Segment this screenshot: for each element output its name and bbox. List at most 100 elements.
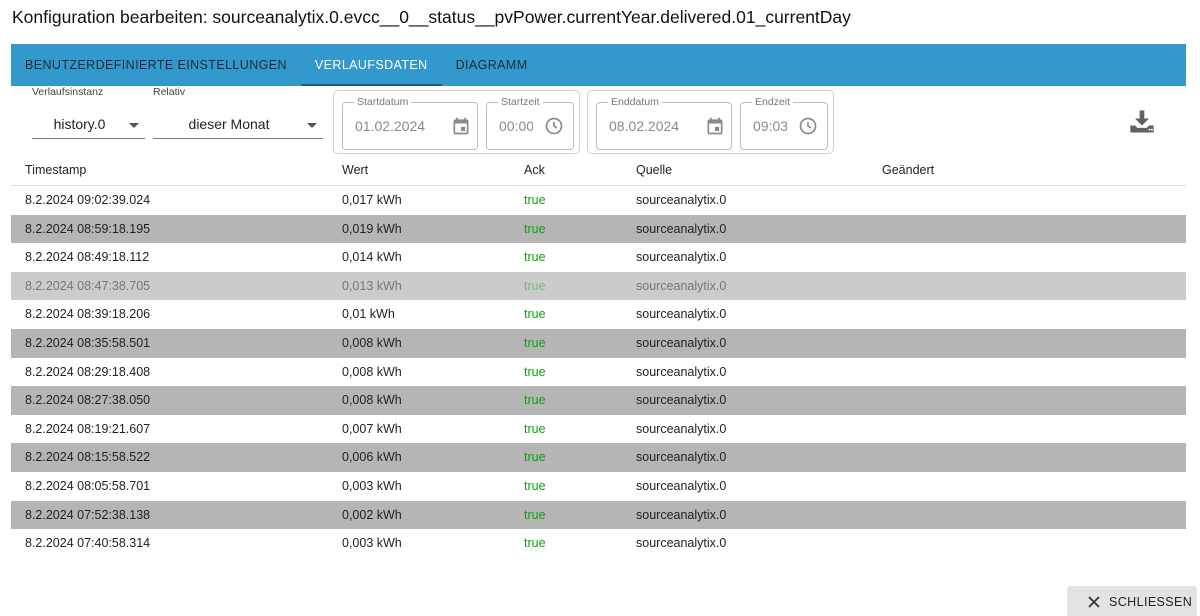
cell-source: sourceanalytix.0 <box>636 393 727 408</box>
end-date-value[interactable]: 08.02.2024 <box>609 118 699 134</box>
cell-timestamp: 8.2.2024 09:02:39.024 <box>25 193 151 207</box>
table-row[interactable]: 8.2.2024 08:15:58.522 0,006 kWh true sou… <box>11 443 1186 472</box>
instance-select[interactable]: Verlaufsinstanz history.0 <box>32 86 145 146</box>
close-button[interactable]: SCHLIESSEN <box>1067 586 1197 616</box>
end-time-value[interactable]: 09:03 <box>753 118 787 134</box>
calendar-icon[interactable] <box>451 116 471 136</box>
column-header-timestamp[interactable]: Timestamp <box>25 163 86 177</box>
table-row[interactable]: 8.2.2024 08:35:58.501 0,008 kWh true sou… <box>11 328 1186 358</box>
table-row[interactable]: 8.2.2024 08:27:38.050 0,008 kWh true sou… <box>11 386 1186 415</box>
cell-value: 0,006 kWh <box>342 450 402 465</box>
cell-value: 0,017 kWh <box>342 193 402 207</box>
cell-source: sourceanalytix.0 <box>636 307 727 322</box>
cell-source: sourceanalytix.0 <box>636 193 727 207</box>
table-row[interactable]: 8.2.2024 07:52:38.138 0,002 kWh true sou… <box>11 500 1186 530</box>
table-row-hovered[interactable]: 8.2.2024 08:47:38.705 0,013 kWh true sou… <box>11 271 1186 301</box>
start-time-label: Startzeit <box>498 96 543 108</box>
start-time-field[interactable]: Startzeit 00:00 <box>486 96 574 150</box>
history-table-body: 8.2.2024 09:02:39.024 0,017 kWh true sou… <box>11 186 1186 558</box>
download-icon[interactable] <box>1128 108 1156 136</box>
table-row[interactable]: 8.2.2024 09:02:39.024 0,017 kWh true sou… <box>11 186 1186 215</box>
clock-icon[interactable] <box>798 116 818 136</box>
cell-timestamp: 8.2.2024 07:52:38.138 <box>25 507 151 522</box>
cell-ack: true <box>524 421 546 436</box>
column-header-source[interactable]: Quelle <box>636 163 672 177</box>
column-header-changed[interactable]: Geändert <box>882 163 934 177</box>
table-row[interactable]: 8.2.2024 08:29:18.408 0,008 kWh true sou… <box>11 358 1186 387</box>
cell-ack: true <box>524 536 546 551</box>
cell-value: 0,003 kWh <box>342 536 402 551</box>
cell-ack: true <box>524 221 546 236</box>
cell-timestamp: 8.2.2024 08:29:18.408 <box>25 364 151 379</box>
table-row[interactable]: 8.2.2024 08:39:18.206 0,01 kWh true sour… <box>11 300 1186 329</box>
start-date-field[interactable]: Startdatum 01.02.2024 <box>342 96 478 150</box>
cell-source: sourceanalytix.0 <box>636 536 727 551</box>
column-header-ack[interactable]: Ack <box>524 163 545 177</box>
cell-timestamp: 8.2.2024 07:40:58.314 <box>25 536 151 551</box>
cell-source: sourceanalytix.0 <box>636 278 727 293</box>
cell-value: 0,008 kWh <box>342 335 402 350</box>
cell-timestamp: 8.2.2024 08:59:18.195 <box>25 221 151 236</box>
cell-timestamp: 8.2.2024 08:27:38.050 <box>25 393 151 408</box>
cell-timestamp: 8.2.2024 08:47:38.705 <box>25 278 151 293</box>
cell-ack: true <box>524 278 546 293</box>
tab-chart[interactable]: DIAGRAMM <box>442 44 542 86</box>
cell-timestamp: 8.2.2024 08:35:58.501 <box>25 335 151 350</box>
cell-value: 0,01 kWh <box>342 307 395 322</box>
cell-source: sourceanalytix.0 <box>636 507 727 522</box>
close-icon <box>1088 596 1100 608</box>
filter-bar: Verlaufsinstanz history.0 Relativ dieser… <box>0 86 1200 160</box>
clock-icon[interactable] <box>544 116 564 136</box>
table-row[interactable]: 8.2.2024 08:59:18.195 0,019 kWh true sou… <box>11 214 1186 244</box>
calendar-icon[interactable] <box>705 116 725 136</box>
column-header-value[interactable]: Wert <box>342 163 368 177</box>
start-date-label: Startdatum <box>354 96 412 108</box>
cell-timestamp: 8.2.2024 08:19:21.607 <box>25 421 151 436</box>
relative-select[interactable]: Relativ dieser Monat <box>153 86 323 146</box>
tab-bar: BENUTZERDEFINIERTE EINSTELLUNGEN VERLAUF… <box>11 44 1186 86</box>
dialog-title: Konfiguration bearbeiten: sourceanalytix… <box>12 7 851 27</box>
cell-ack: true <box>524 193 546 207</box>
relative-select-value[interactable]: dieser Monat <box>153 109 323 139</box>
relative-dropdown-icon[interactable] <box>307 123 317 128</box>
start-date-value[interactable]: 01.02.2024 <box>355 118 445 134</box>
cell-source: sourceanalytix.0 <box>636 335 727 350</box>
cell-value: 0,019 kWh <box>342 221 402 236</box>
cell-value: 0,008 kWh <box>342 364 402 379</box>
cell-ack: true <box>524 507 546 522</box>
table-row[interactable]: 8.2.2024 07:40:58.314 0,003 kWh true sou… <box>11 529 1186 558</box>
cell-value: 0,008 kWh <box>342 393 402 408</box>
cell-ack: true <box>524 335 546 350</box>
table-row[interactable]: 8.2.2024 08:49:18.112 0,014 kWh true sou… <box>11 243 1186 272</box>
cell-source: sourceanalytix.0 <box>636 421 727 436</box>
end-time-label: Endzeit <box>752 96 794 108</box>
cell-timestamp: 8.2.2024 08:05:58.701 <box>25 478 151 493</box>
cell-source: sourceanalytix.0 <box>636 221 727 236</box>
start-range-group: Startdatum 01.02.2024 Startzeit 00:00 <box>333 90 580 154</box>
tab-custom-settings[interactable]: BENUTZERDEFINIERTE EINSTELLUNGEN <box>11 44 301 86</box>
relative-select-label: Relativ <box>153 86 186 98</box>
cell-timestamp: 8.2.2024 08:15:58.522 <box>25 450 151 465</box>
end-range-group: Enddatum 08.02.2024 Endzeit 09:03 <box>587 90 834 154</box>
end-date-field[interactable]: Enddatum 08.02.2024 <box>596 96 732 150</box>
start-time-value[interactable]: 00:00 <box>499 118 533 134</box>
instance-select-label: Verlaufsinstanz <box>32 86 104 98</box>
cell-ack: true <box>524 307 546 322</box>
tab-history-data[interactable]: VERLAUFSDATEN <box>300 44 442 86</box>
cell-source: sourceanalytix.0 <box>636 478 727 493</box>
instance-dropdown-icon[interactable] <box>129 123 139 128</box>
cell-ack: true <box>524 393 546 408</box>
end-date-label: Enddatum <box>608 96 662 108</box>
cell-ack: true <box>524 364 546 379</box>
cell-ack: true <box>524 478 546 493</box>
table-row[interactable]: 8.2.2024 08:19:21.607 0,007 kWh true sou… <box>11 415 1186 444</box>
cell-timestamp: 8.2.2024 08:39:18.206 <box>25 307 151 322</box>
close-button-label: SCHLIESSEN <box>1109 595 1193 609</box>
cell-source: sourceanalytix.0 <box>636 250 727 265</box>
cell-ack: true <box>524 450 546 465</box>
cell-value: 0,003 kWh <box>342 478 402 493</box>
table-header: Timestamp Wert Ack Quelle Geändert <box>11 160 1186 186</box>
cell-value: 0,014 kWh <box>342 250 402 265</box>
end-time-field[interactable]: Endzeit 09:03 <box>740 96 828 150</box>
table-row[interactable]: 8.2.2024 08:05:58.701 0,003 kWh true sou… <box>11 472 1186 501</box>
